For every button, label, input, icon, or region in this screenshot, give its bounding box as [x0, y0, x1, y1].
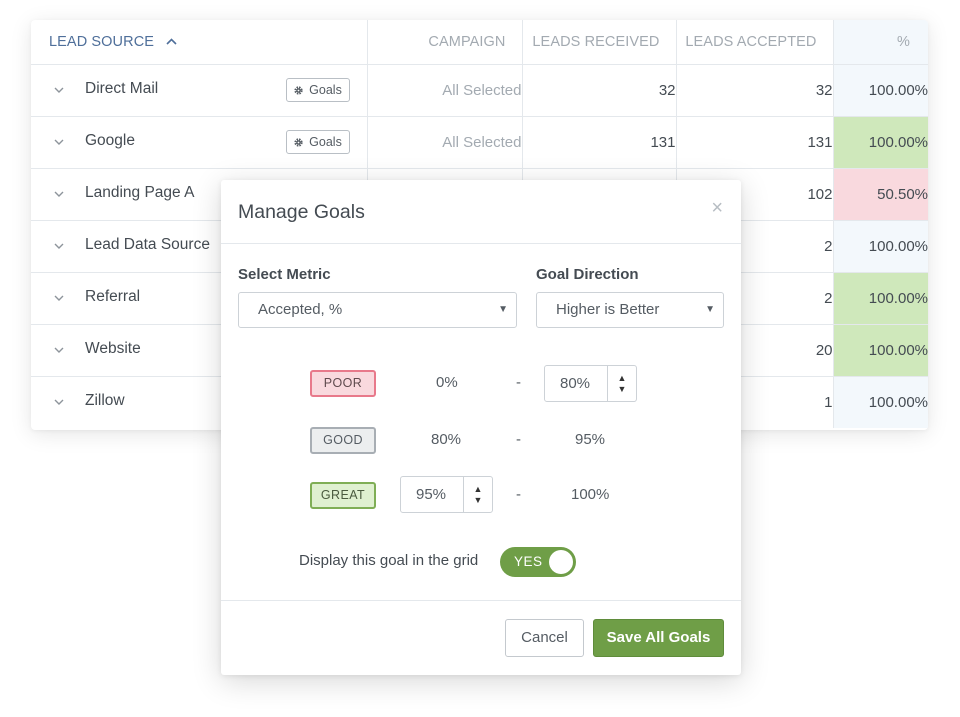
chevron-down-icon[interactable] [51, 394, 67, 410]
chevron-down-icon: ▼ [705, 304, 715, 315]
goal-direction-value: Higher is Better [556, 301, 660, 318]
lead-source-name: Zillow [85, 392, 125, 409]
great-from-stepper[interactable]: 95% ▲ ▼ [400, 476, 493, 513]
modal-footer-divider [221, 600, 741, 601]
metric-select[interactable]: Accepted, % ▼ [238, 292, 517, 328]
modal-title: Manage Goals [238, 201, 365, 223]
toggle-text: YES [514, 554, 543, 569]
chevron-down-icon[interactable] [51, 186, 67, 202]
percent-cell: 100.00% [833, 324, 928, 377]
select-metric-label: Select Metric [238, 266, 331, 283]
great-badge: GREAT [310, 482, 376, 509]
header-percent[interactable]: % [833, 20, 928, 65]
campaign-cell: All Selected [367, 116, 523, 169]
campaign-cell: All Selected [367, 64, 523, 117]
metric-select-value: Accepted, % [258, 301, 343, 318]
modal-divider [221, 243, 741, 244]
lead-source-name: Referral [85, 288, 141, 305]
good-badge: GOOD [310, 427, 376, 454]
good-to-value: 95% [575, 431, 606, 448]
great-to-value: 100% [571, 486, 610, 503]
lead-source-name: Google [85, 132, 135, 149]
lead-source-name: Landing Page A [85, 184, 195, 201]
goal-direction-select[interactable]: Higher is Better ▼ [536, 292, 724, 328]
stepper-arrows-icon[interactable]: ▲ ▼ [607, 366, 636, 401]
gear-icon [294, 85, 303, 95]
goals-button[interactable]: Goals [285, 130, 350, 154]
lead-source-name: Direct Mail [85, 80, 159, 97]
lead-source-cell: Google Goals [31, 116, 368, 169]
stepper-arrows-icon[interactable]: ▲ ▼ [463, 477, 492, 512]
chevron-down-icon[interactable] [51, 134, 67, 150]
close-icon[interactable]: × [711, 197, 723, 220]
goal-direction-label: Goal Direction [536, 266, 639, 283]
goals-button[interactable]: Goals [285, 78, 350, 102]
lead-source-name: Lead Data Source [85, 236, 210, 253]
range-dash: - [516, 431, 521, 448]
header-leads-accepted[interactable]: LEADS ACCEPTED [676, 20, 834, 65]
lead-source-name: Website [85, 340, 141, 357]
leads-received-cell: 32 [522, 64, 677, 117]
percent-cell: 50.50% [833, 168, 928, 221]
table-row[interactable]: Direct Mail Goals All Selected 32 32 100.00% [31, 64, 928, 117]
leads-accepted-cell: 131 [676, 116, 834, 169]
range-dash: - [516, 486, 521, 503]
percent-cell: 100.00% [833, 272, 928, 325]
sort-asc-icon [166, 38, 177, 45]
cancel-button[interactable]: Cancel [505, 619, 584, 657]
lead-source-cell: Direct Mail Goals [31, 64, 368, 117]
range-dash: - [516, 374, 521, 391]
percent-cell: 100.00% [833, 64, 928, 117]
header-leads-received[interactable]: LEADS RECEIVED [522, 20, 677, 65]
toggle-knob [549, 550, 573, 574]
goals-button-label: Goals [309, 135, 342, 149]
chevron-down-icon[interactable] [51, 238, 67, 254]
goals-button-label: Goals [309, 83, 342, 97]
good-from-value: 80% [431, 431, 462, 448]
display-goal-toggle[interactable]: YES [500, 547, 576, 577]
chevron-down-icon[interactable] [51, 82, 67, 98]
header-lead-source[interactable]: LEAD SOURCE [31, 20, 368, 65]
chevron-down-icon[interactable] [51, 290, 67, 306]
poor-to-stepper[interactable]: 80% ▲ ▼ [544, 365, 637, 402]
manage-goals-modal: Manage Goals × Select Metric Accepted, %… [221, 180, 741, 675]
chevron-down-icon: ▼ [498, 304, 508, 315]
leads-accepted-cell: 32 [676, 64, 834, 117]
save-all-goals-button[interactable]: Save All Goals [593, 619, 724, 657]
header-campaign[interactable]: CAMPAIGN [367, 20, 523, 65]
poor-to-value: 80% [560, 375, 591, 392]
gear-icon [294, 137, 303, 147]
great-from-value: 95% [416, 486, 447, 503]
percent-cell: 100.00% [833, 116, 928, 169]
poor-badge: POOR [310, 370, 376, 397]
display-goal-label: Display this goal in the grid [299, 552, 479, 569]
leads-received-cell: 131 [522, 116, 677, 169]
table-row[interactable]: Google Goals All Selected 131 131 100.00% [31, 116, 928, 169]
poor-from-value: 0% [436, 374, 458, 391]
chevron-down-icon[interactable] [51, 342, 67, 358]
percent-cell: 100.00% [833, 376, 928, 428]
percent-cell: 100.00% [833, 220, 928, 273]
header-row: LEAD SOURCE CAMPAIGN LEADS RECEIVED LEAD… [31, 20, 928, 65]
